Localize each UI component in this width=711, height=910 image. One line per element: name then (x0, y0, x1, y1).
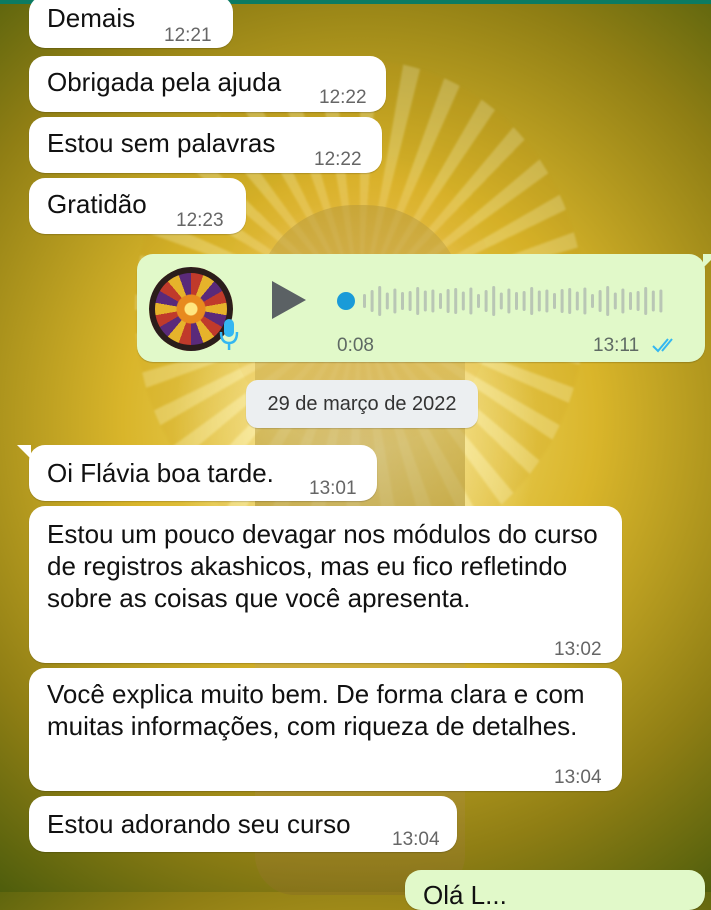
bubble-tail (703, 254, 711, 268)
waveform-bar (401, 292, 404, 310)
waveform-bar (644, 287, 648, 315)
message-text: Oi Flávia boa tarde. (47, 458, 274, 488)
waveform-bar (431, 289, 435, 313)
waveform-bar (575, 291, 579, 311)
waveform-bar (507, 288, 511, 314)
waveform-bar (537, 290, 541, 312)
waveform-bar (477, 294, 480, 308)
message-time: 13:04 (392, 829, 440, 850)
waveform-bar (560, 289, 564, 313)
waveform-bar (606, 286, 610, 316)
message-text: Estou adorando seu curso (47, 809, 351, 839)
message-bubble-incoming[interactable]: Estou um pouco devagar nos módulos do cu… (29, 506, 622, 663)
waveform-bar (621, 288, 625, 314)
audio-waveform[interactable] (337, 284, 677, 318)
message-bubble-incoming[interactable]: Demais 12:21 (29, 0, 233, 48)
message-bubble-incoming[interactable]: Gratidão 12:23 (29, 178, 246, 234)
waveform-bar (439, 293, 442, 309)
waveform-bar (378, 286, 382, 316)
message-text: Estou um pouco devagar nos módulos do cu… (47, 519, 598, 613)
message-time: 13:02 (554, 639, 602, 660)
waveform-bar (659, 289, 663, 313)
waveform-bar (522, 291, 526, 311)
message-time: 12:23 (176, 210, 224, 231)
message-bubble-incoming[interactable]: Você explica muito bem. De forma clara e… (29, 668, 622, 791)
waveform-bar (499, 292, 503, 310)
waveform-bar (553, 293, 556, 309)
waveform-bar (454, 288, 458, 314)
waveform-bar (629, 292, 632, 310)
waveform-bar (363, 294, 366, 308)
message-bubble-incoming[interactable]: Estou sem palavras 12:22 (29, 117, 382, 173)
waveform-bar (408, 291, 412, 311)
waveform-bar (636, 291, 640, 311)
message-text: Demais (47, 3, 136, 33)
waveform-bar (545, 289, 549, 313)
play-icon[interactable] (272, 281, 306, 319)
message-time: 12:22 (314, 149, 362, 170)
waveform-bar (484, 290, 488, 312)
waveform-bar (613, 292, 617, 310)
waveform-bar (469, 287, 473, 315)
voice-duration: 0:08 (337, 335, 374, 356)
message-time: 12:21 (164, 25, 212, 46)
waveform-bar (385, 292, 389, 310)
date-separator: 29 de março de 2022 (246, 380, 478, 428)
progress-dot[interactable] (337, 292, 355, 310)
message-bubble-incoming[interactable]: Estou adorando seu curso 13:04 (29, 796, 457, 852)
message-text: Obrigada pela ajuda (47, 67, 282, 97)
message-bubble-outgoing[interactable]: Olá L... (405, 870, 705, 910)
message-bubble-incoming[interactable]: Oi Flávia boa tarde. 13:01 (17, 445, 377, 501)
message-text: Gratidão (47, 189, 147, 219)
waveform-bar (461, 291, 465, 311)
double-check-icon (652, 338, 673, 353)
waveform-bar (393, 288, 397, 314)
message-bubble-incoming[interactable]: Obrigada pela ajuda 12:22 (29, 56, 386, 112)
waveform-bar (423, 290, 427, 312)
message-time: 12:22 (319, 87, 367, 108)
message-time: 13:01 (309, 478, 357, 499)
waveform-bar (568, 288, 572, 314)
waveform-bar (591, 294, 594, 308)
microphone-icon (219, 319, 239, 350)
bubble-tail (17, 445, 31, 459)
waveform-bar (492, 286, 496, 316)
waveform-bar (370, 290, 374, 312)
message-time: 13:04 (554, 767, 602, 788)
message-text: Você explica muito bem. De forma clara e… (47, 679, 585, 741)
message-time: 13:11 (593, 335, 640, 356)
waveform-bar (416, 287, 420, 315)
waveform-bar (515, 292, 518, 310)
waveform-bar (651, 290, 655, 312)
waveform-bar (446, 289, 450, 313)
message-text: Olá L... (423, 880, 507, 910)
waveform-bar (598, 290, 602, 312)
waveform-bar (583, 287, 587, 315)
waveform-bar (530, 287, 534, 315)
voice-message-bubble[interactable]: 0:08 13:11 (137, 254, 711, 362)
message-text: Estou sem palavras (47, 128, 276, 158)
